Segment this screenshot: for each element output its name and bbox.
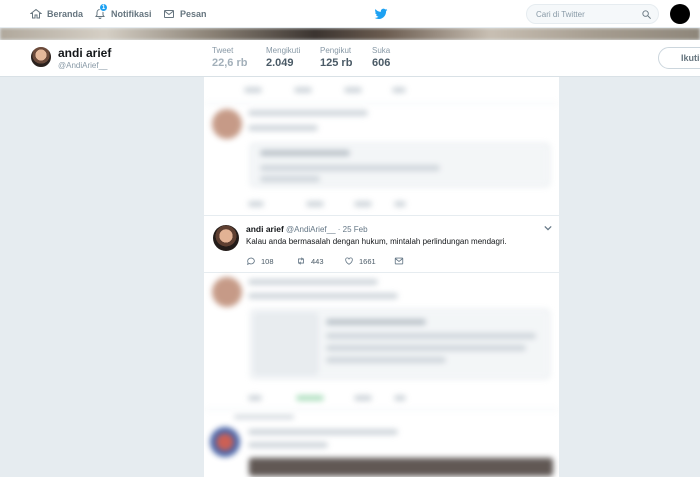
tweet-header: andi arief @AndiArief__ · 25 Feb [246, 224, 368, 234]
stat-tweets-label: Tweet [212, 46, 234, 55]
nav-notifications[interactable]: 1 Notifikasi [94, 0, 152, 28]
chevron-down-icon[interactable] [544, 224, 552, 232]
retweet-count: 443 [311, 256, 324, 266]
retweet-icon [298, 257, 304, 265]
envelope-icon [394, 257, 404, 265]
stat-likes[interactable]: Suka 606 [372, 46, 390, 69]
stat-following[interactable]: Mengikuti 2.049 [266, 46, 300, 69]
tweet-date[interactable]: 25 Feb [343, 225, 368, 234]
like-count: 1661 [359, 256, 376, 266]
like-button[interactable]: 1661 [344, 256, 376, 266]
search-icon[interactable] [641, 9, 652, 20]
notification-badge: 1 [99, 3, 108, 12]
stat-likes-value: 606 [372, 57, 391, 69]
twitter-bird-icon[interactable] [374, 7, 388, 21]
nav-notifications-label: Notifikasi [111, 9, 152, 19]
reply-icon [247, 257, 255, 266]
account-avatar[interactable] [670, 4, 690, 24]
tweet-text: Kalau anda bermasalah dengan hukum, mint… [246, 237, 507, 246]
stat-tweets[interactable]: Tweet 22,6 rb [212, 46, 247, 69]
heart-icon [345, 257, 353, 265]
stat-followers[interactable]: Pengikut 125 rb [320, 46, 352, 69]
follow-button[interactable]: Ikuti [658, 47, 700, 69]
nav-messages[interactable]: Pesan [163, 0, 207, 28]
retweet-button[interactable]: 443 [296, 256, 324, 266]
search-input[interactable]: Cari di Twitter [526, 4, 659, 24]
home-icon [30, 8, 42, 19]
tweet-author-handle[interactable]: @AndiArief__ [286, 225, 335, 234]
profile-stats-bar: andi arief @AndiArief__ Tweet 22,6 rb Me… [0, 40, 700, 77]
nav-home-label: Beranda [47, 9, 84, 19]
tweet-avatar[interactable] [213, 225, 239, 251]
envelope-icon [164, 10, 174, 18]
nav-messages-label: Pesan [180, 9, 207, 19]
profile-handle: @AndiArief__ [58, 61, 108, 70]
stat-tweets-value: 22,6 rb [212, 57, 248, 69]
stat-followers-value: 125 rb [320, 57, 353, 69]
profile-banner [0, 28, 700, 40]
reply-button[interactable]: 108 [246, 256, 274, 266]
profile-avatar[interactable] [30, 46, 52, 68]
stat-likes-label: Suka [372, 46, 391, 55]
stat-followers-label: Pengikut [320, 46, 352, 55]
top-navigation: Beranda 1 Notifikasi Pesan Cari di Twitt… [0, 0, 700, 28]
stat-following-label: Mengikuti [266, 46, 301, 55]
stat-following-value: 2.049 [266, 57, 294, 69]
reply-count: 108 [261, 256, 274, 266]
search-placeholder: Cari di Twitter [536, 9, 585, 19]
direct-message-button[interactable] [394, 256, 404, 266]
tweet-separator: · [337, 225, 341, 234]
profile-name[interactable]: andi arief [58, 46, 111, 60]
tweet[interactable]: andi arief @AndiArief__ · 25 Feb Kalau a… [204, 215, 559, 273]
tweet-author-name[interactable]: andi arief [246, 224, 284, 234]
nav-home[interactable]: Beranda [30, 0, 83, 28]
timeline: andi arief @AndiArief__ · 25 Feb Kalau a… [204, 77, 559, 477]
tweet-actions: 108 443 1661 [246, 256, 546, 268]
